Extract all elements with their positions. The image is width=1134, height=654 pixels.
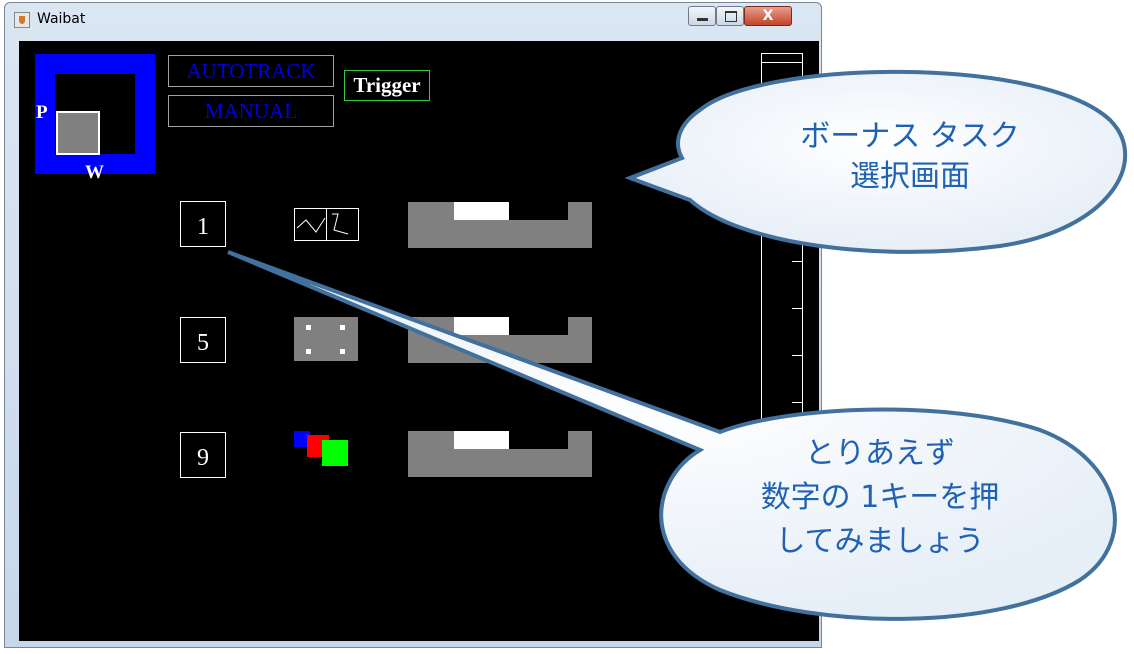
instruction-callout-text: とりあえず 数字の 1キーを押 してみましょう: [700, 432, 1060, 564]
bonus-callout-text: ボーナス タスク 選択画面: [740, 117, 1080, 197]
bonus-callout-line1: ボーナス タスク: [800, 119, 1020, 154]
instruction-callout-line2: 数字の 1キーを押: [760, 480, 1000, 515]
instruction-callout-line3: してみましょう: [775, 524, 985, 559]
bonus-callout-line2: 選択画面: [850, 159, 970, 194]
instruction-callout-line1: とりあえず: [805, 436, 955, 471]
